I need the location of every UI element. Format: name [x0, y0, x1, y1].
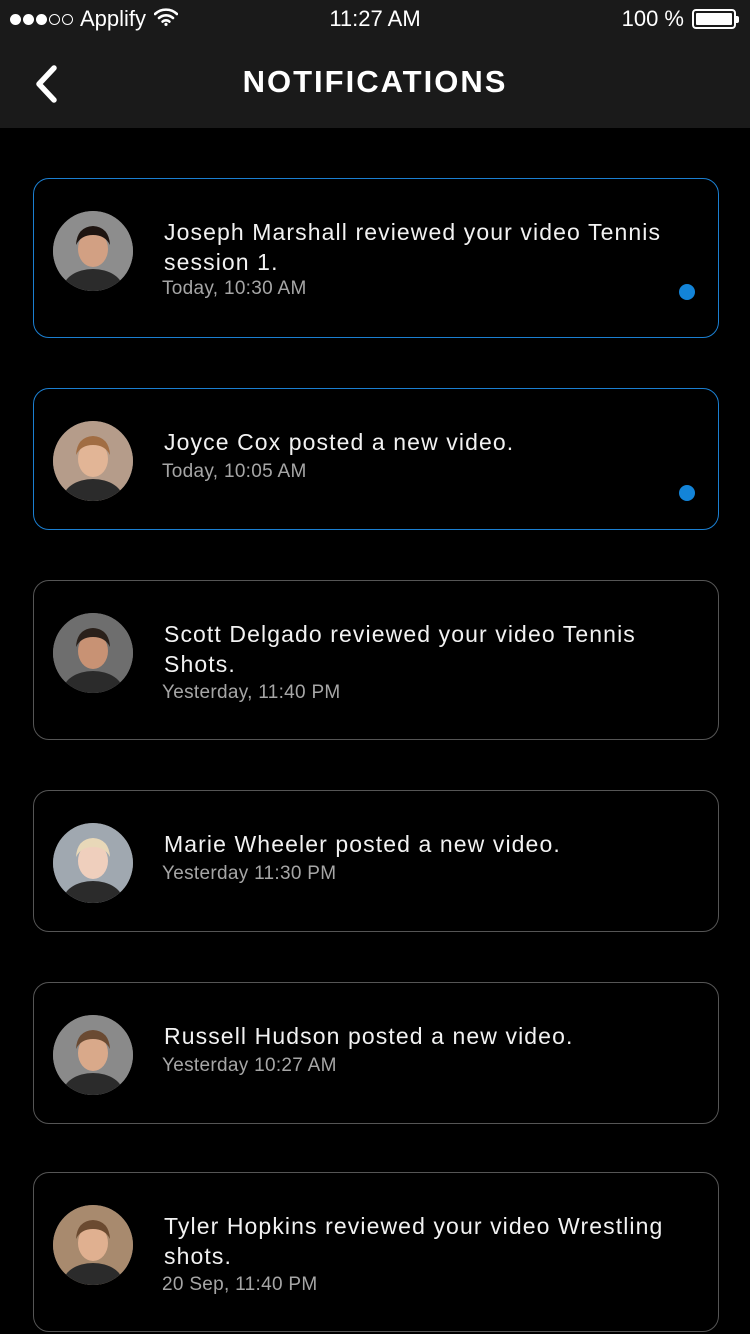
status-right: 100 %: [621, 5, 739, 33]
unread-dot-icon: [679, 485, 695, 501]
notification-time: Yesterday 11:30 PM: [162, 863, 337, 884]
page-title: NOTIFICATIONS: [242, 64, 508, 99]
avatar: [53, 421, 133, 501]
avatar: [53, 1015, 133, 1095]
notification-message: Tyler Hopkins reviewed your video Wrestl…: [164, 1213, 664, 1269]
top-bar: Applify 11:27 AM 100 % NOTIFICATIONS: [0, 0, 750, 128]
battery-level: [696, 13, 732, 25]
notification-card[interactable]: Marie Wheeler posted a new video. Yesterd…: [33, 790, 719, 932]
notification-time: 20 Sep, 11:40 PM: [162, 1274, 318, 1295]
notification-card[interactable]: Tyler Hopkins reviewed your video Wrestl…: [33, 1172, 719, 1332]
notification-time: Today, 10:30 AM: [162, 278, 307, 299]
avatar: [53, 823, 133, 903]
battery-icon: [692, 9, 739, 29]
notification-time: Today, 10:05 AM: [162, 461, 307, 482]
unread-dot-icon: [679, 284, 695, 300]
avatar: [53, 211, 133, 291]
avatar: [53, 613, 133, 693]
notification-message: Joyce Cox posted a new video.: [164, 429, 515, 455]
notification-card[interactable]: Joyce Cox posted a new video. Today, 10:0…: [33, 388, 719, 530]
battery-percentage: 100 %: [621, 6, 684, 31]
notification-time: Yesterday 10:27 AM: [162, 1055, 337, 1076]
notification-card[interactable]: Joseph Marshall reviewed your video Tenn…: [33, 178, 719, 338]
notification-message: Russell Hudson posted a new video.: [164, 1023, 574, 1049]
notification-card[interactable]: Scott Delgado reviewed your video Tennis…: [33, 580, 719, 740]
avatar: [53, 1205, 133, 1285]
notification-message: Scott Delgado reviewed your video Tennis…: [164, 621, 636, 677]
notification-time: Yesterday, 11:40 PM: [162, 682, 341, 703]
status-bar: Applify 11:27 AM 100 %: [0, 0, 750, 40]
notification-card[interactable]: Russell Hudson posted a new video. Yester…: [33, 982, 719, 1124]
notification-message: Joseph Marshall reviewed your video Tenn…: [164, 219, 662, 275]
notification-message: Marie Wheeler posted a new video.: [164, 831, 561, 857]
